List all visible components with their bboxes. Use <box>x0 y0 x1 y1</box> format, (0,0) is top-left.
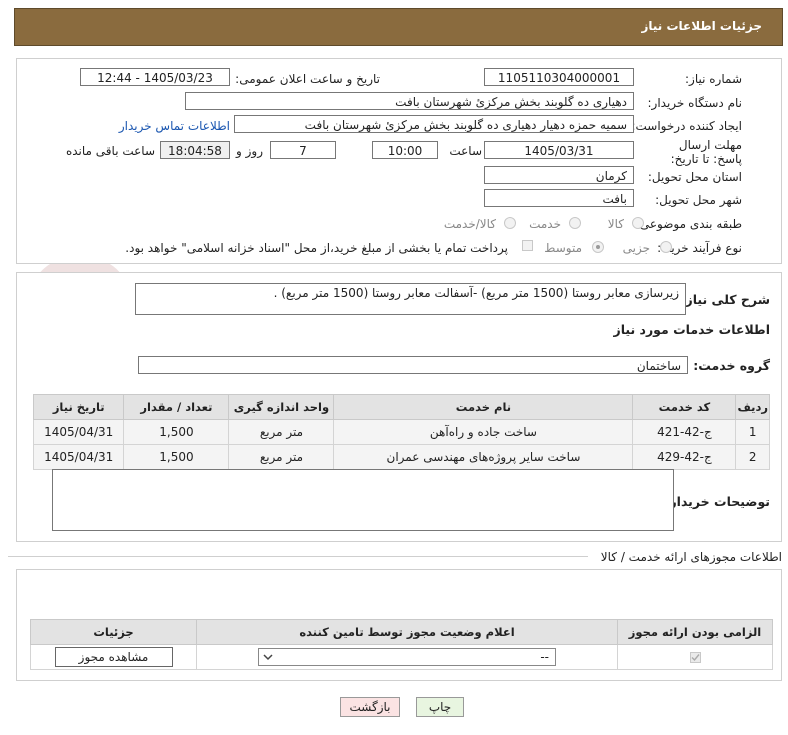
cell-service-name: ساخت سایر پروژه‌های مهندسی عمران <box>333 444 634 470</box>
license-row: -- مشاهده مجوز <box>30 644 773 670</box>
announce-datetime-field[interactable]: 1405/03/23 - 12:44 <box>80 68 230 86</box>
deadline-time-label: ساعت <box>449 144 482 158</box>
col-need-date: تاریخ نیاز <box>32 394 125 420</box>
cell-unit: متر مربع <box>228 444 335 470</box>
city-label: شهر محل تحویل: <box>655 193 742 207</box>
deadline-label: مهلت ارسال پاسخ: تا تاریخ: <box>670 138 742 166</box>
category-option-service: خدمت <box>529 217 561 231</box>
cell-quantity: 1,500 <box>123 419 230 445</box>
province-field[interactable]: کرمان <box>484 166 634 184</box>
cell-service-code: ج-42-429 <box>632 444 737 470</box>
creator-field[interactable]: سمیه حمزه دهیار دهیاری ده گلوبند بخش مرک… <box>234 115 634 133</box>
creator-label: ایجاد کننده درخواست: <box>631 119 742 133</box>
table-row: 1 ج-42-421 ساخت جاده و راه‌آهن متر مربع … <box>32 419 770 445</box>
province-label: استان محل تحویل: <box>647 170 742 184</box>
buyer-notes-label: توضیحات خریدار: <box>664 494 770 509</box>
category-radio-service[interactable] <box>569 217 581 229</box>
remaining-time-field: 18:04:58 <box>160 141 230 159</box>
services-section-title: اطلاعات خدمات مورد نیاز <box>613 322 771 337</box>
city-field[interactable]: بافت <box>484 189 634 207</box>
page-header: جزئیات اطلاعات نیاز <box>14 8 783 46</box>
need-number-field[interactable]: 1105110304000001 <box>484 68 634 86</box>
category-radio-goods[interactable] <box>632 217 644 229</box>
cell-quantity: 1,500 <box>123 444 230 470</box>
cell-row: 1 <box>735 419 770 445</box>
description-label: شرح کلی نیاز: <box>680 292 770 307</box>
services-table: ردیف کد خدمت نام خدمت واحد اندازه گیری ت… <box>32 394 770 470</box>
licenses-table-header: الزامی بودن ارائه مجوز اعلام وضعیت مجوز … <box>30 619 773 645</box>
col-license-status: اعلام وضعیت مجوز توسط تامین کننده <box>196 619 618 645</box>
cell-need-date: 1405/04/31 <box>32 444 125 470</box>
print-button[interactable]: چاپ <box>416 697 464 717</box>
service-group-label: گروه خدمت: <box>693 358 770 373</box>
license-status-select[interactable]: -- <box>258 648 556 666</box>
license-required-cell <box>617 644 773 670</box>
process-option-minor: جزیی <box>622 241 650 255</box>
treasury-payment-note: پرداخت تمام یا بخشی از مبلغ خرید،از محل … <box>125 241 508 255</box>
days-label: روز و <box>236 144 263 158</box>
col-license-details: جزئیات <box>30 619 197 645</box>
page-title: جزئیات اطلاعات نیاز <box>641 19 762 33</box>
treasury-payment-checkbox[interactable] <box>522 240 533 251</box>
col-row: ردیف <box>735 394 770 420</box>
licenses-table: الزامی بودن ارائه مجوز اعلام وضعیت مجوز … <box>30 619 773 670</box>
category-radio-goods-service[interactable] <box>504 217 516 229</box>
col-license-required: الزامی بودن ارائه مجوز <box>617 619 773 645</box>
deadline-date-field[interactable]: 1405/03/31 <box>484 141 634 159</box>
col-service-name: نام خدمت <box>333 394 634 420</box>
description-textarea[interactable]: زیرسازی معابر روستا (1500 متر مربع) -آسف… <box>135 283 686 315</box>
cell-service-code: ج-42-421 <box>632 419 737 445</box>
contact-buyer-link[interactable]: اطلاعات تماس خریدار <box>119 119 230 133</box>
table-row: 2 ج-42-429 ساخت سایر پروژه‌های مهندسی عم… <box>32 444 770 470</box>
description-text: زیرسازی معابر روستا (1500 متر مربع) -آسف… <box>273 286 679 300</box>
buyer-org-label: نام دستگاه خریدار: <box>647 96 743 110</box>
cell-service-name: ساخت جاده و راه‌آهن <box>333 419 634 445</box>
cell-row: 2 <box>735 444 770 470</box>
service-group-field[interactable]: ساختمان <box>138 356 688 374</box>
services-table-header: ردیف کد خدمت نام خدمت واحد اندازه گیری ت… <box>32 394 770 420</box>
need-number-label: شماره نیاز: <box>685 72 742 86</box>
licenses-section-title: اطلاعات مجوزهای ارائه خدمت / کالا <box>600 550 782 564</box>
announce-label: تاریخ و ساعت اعلان عمومی: <box>235 72 380 86</box>
process-option-medium: متوسط <box>544 241 582 255</box>
view-license-button[interactable]: مشاهده مجوز <box>54 647 173 667</box>
licenses-divider <box>8 556 588 557</box>
deadline-time-field[interactable]: 10:00 <box>372 141 438 159</box>
col-quantity: تعداد / مقدار <box>123 394 230 420</box>
buyer-notes-textarea[interactable] <box>52 469 674 531</box>
license-status-value: -- <box>540 650 549 664</box>
process-radio-medium[interactable] <box>592 241 604 253</box>
category-option-goods: کالا <box>607 217 624 231</box>
remaining-label: ساعت باقی مانده <box>65 144 155 158</box>
category-option-goods-service: کالا/خدمت <box>443 217 496 231</box>
license-details-cell: مشاهده مجوز <box>30 644 197 670</box>
col-unit: واحد اندازه گیری <box>228 394 335 420</box>
check-icon <box>691 654 700 662</box>
cell-unit: متر مربع <box>228 419 335 445</box>
license-required-checkbox[interactable] <box>689 652 701 663</box>
back-button[interactable]: بازگشت <box>340 697 400 717</box>
process-radio-minor[interactable] <box>660 241 672 253</box>
chevron-down-icon <box>263 654 273 661</box>
license-status-cell: -- <box>196 644 618 670</box>
days-field[interactable]: 7 <box>270 141 336 159</box>
col-service-code: کد خدمت <box>632 394 737 420</box>
cell-need-date: 1405/04/31 <box>32 419 125 445</box>
buyer-org-field[interactable]: دهیاری ده گلوبند بخش مرکزئ شهرستان بافت <box>185 92 634 110</box>
category-label: طبقه بندی موضوعی: <box>635 217 742 231</box>
